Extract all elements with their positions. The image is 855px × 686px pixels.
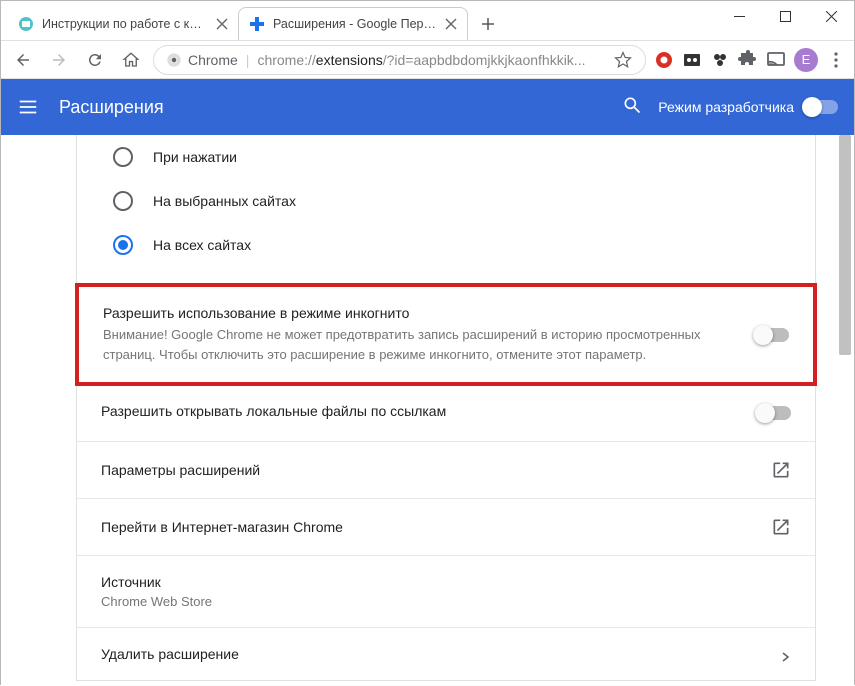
hamburger-menu-icon[interactable] (17, 96, 39, 118)
site-access-radios: При нажатии На выбранных сайтах На всех … (77, 135, 815, 285)
extension-detail-card: При нажатии На выбранных сайтах На всех … (76, 135, 816, 681)
forward-button[interactable] (45, 46, 73, 74)
radio-specific-sites[interactable]: На выбранных сайтах (113, 179, 815, 223)
extensions-appbar: Расширения Режим разработчика (1, 79, 854, 135)
extensions-puzzle-icon[interactable] (738, 50, 758, 70)
toolbar-actions: E (654, 48, 846, 72)
close-tab-icon[interactable] (216, 18, 228, 30)
kebab-menu-icon[interactable] (826, 50, 846, 70)
radio-label: При нажатии (153, 149, 237, 165)
back-button[interactable] (9, 46, 37, 74)
radio-icon (113, 191, 133, 211)
minimize-button[interactable] (716, 1, 762, 31)
scrollbar-track[interactable] (838, 135, 852, 686)
incognito-title: Разрешить использование в режиме инкогни… (103, 305, 739, 321)
extension-icon[interactable] (654, 50, 674, 70)
star-bookmark-icon[interactable] (613, 50, 633, 70)
dev-mode-toggle[interactable] (804, 100, 838, 114)
search-icon[interactable] (622, 95, 642, 120)
extension-icon[interactable] (682, 50, 702, 70)
chrome-chip-label: Chrome (188, 52, 238, 68)
source-value: Chrome Web Store (101, 594, 791, 609)
browser-tab-1[interactable]: Расширения - Google Перевод (238, 7, 468, 40)
maximize-button[interactable] (762, 1, 808, 31)
chevron-right-icon (781, 649, 791, 659)
reload-button[interactable] (81, 46, 109, 74)
new-tab-button[interactable] (474, 10, 502, 38)
extension-icon[interactable] (710, 50, 730, 70)
source-info: Источник Chrome Web Store (77, 555, 815, 627)
profile-avatar[interactable]: E (794, 48, 818, 72)
address-bar[interactable]: Chrome | chrome://extensions/?id=aapbdbd… (153, 45, 646, 75)
extension-options-link[interactable]: Параметры расширений (77, 441, 815, 498)
radio-label: На всех сайтах (153, 237, 251, 253)
chrome-origin-chip: Chrome (166, 52, 238, 68)
link-label: Параметры расширений (101, 462, 771, 478)
source-label: Источник (101, 574, 791, 590)
open-external-icon (771, 517, 791, 537)
radio-label: На выбранных сайтах (153, 193, 296, 209)
dev-mode-label: Режим разработчика (658, 99, 794, 115)
window-controls (716, 1, 854, 31)
webstore-link[interactable]: Перейти в Интернет-магазин Chrome (77, 498, 815, 555)
file-urls-title: Разрешить открывать локальные файлы по с… (101, 403, 741, 419)
browser-tab-0[interactable]: Инструкции по работе с компь (8, 7, 238, 40)
appbar-title: Расширения (59, 97, 622, 118)
home-button[interactable] (117, 46, 145, 74)
close-window-button[interactable] (808, 1, 854, 31)
browser-toolbar: Chrome | chrome://extensions/?id=aapbdbd… (1, 41, 854, 79)
radio-icon (113, 147, 133, 167)
tab-favicon (249, 16, 265, 32)
tab-favicon (18, 16, 34, 32)
incognito-desc: Внимание! Google Chrome не может предотв… (103, 325, 739, 364)
allow-incognito-section: Разрешить использование в режиме инкогни… (75, 283, 817, 386)
tab-title: Инструкции по работе с компь (42, 17, 208, 31)
cast-icon[interactable] (766, 50, 786, 70)
tab-title: Расширения - Google Перевод (273, 17, 437, 31)
allow-file-urls-section: Разрешить открывать локальные файлы по с… (77, 384, 815, 441)
tab-strip: Инструкции по работе с компь Расширения … (8, 7, 502, 40)
link-label: Удалить расширение (101, 646, 781, 662)
remove-extension-link[interactable]: Удалить расширение (77, 627, 815, 680)
file-urls-toggle[interactable] (757, 406, 791, 420)
content-scroll-area: При нажатии На выбранных сайтах На всех … (1, 135, 854, 686)
radio-on-click[interactable]: При нажатии (113, 135, 815, 179)
radio-icon (113, 235, 133, 255)
incognito-toggle[interactable] (755, 328, 789, 342)
scrollbar-thumb[interactable] (839, 135, 851, 355)
open-external-icon (771, 460, 791, 480)
url-text: chrome://extensions/?id=aapbdbdomjkkjkao… (257, 52, 605, 68)
close-tab-icon[interactable] (445, 18, 457, 30)
radio-all-sites[interactable]: На всех сайтах (113, 223, 815, 267)
link-label: Перейти в Интернет-магазин Chrome (101, 519, 771, 535)
